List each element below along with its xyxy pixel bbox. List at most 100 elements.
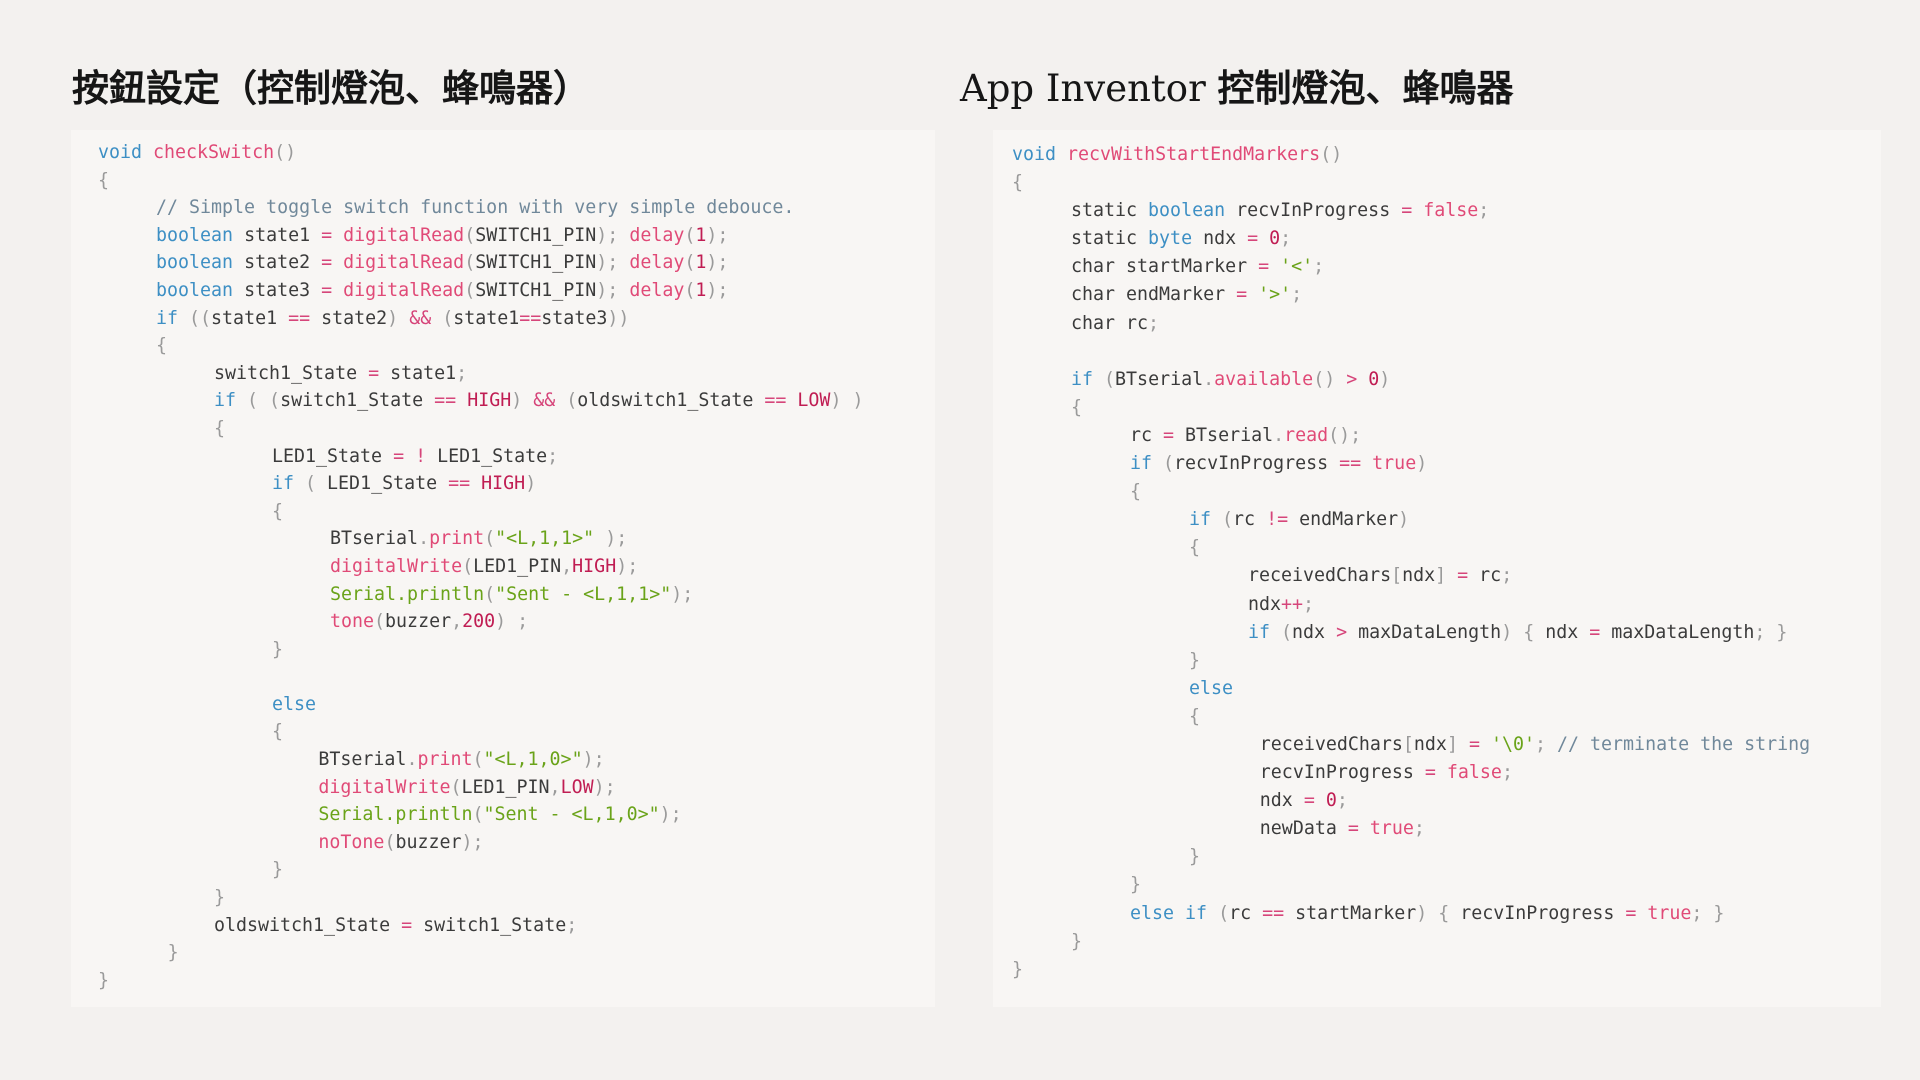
code-token: } — [1012, 958, 1024, 980]
code-token: HIGH — [572, 555, 617, 577]
code-token: 1 — [695, 224, 707, 246]
code-line: { — [993, 397, 1881, 425]
code-token: ++ — [1281, 593, 1304, 615]
code-token: ( — [566, 390, 578, 412]
code-token: if — [1248, 621, 1282, 643]
code-line: } — [71, 859, 935, 887]
code-token: && — [409, 307, 443, 329]
code-token: true — [1369, 818, 1414, 840]
code-line: else — [993, 678, 1881, 706]
code-line: if ((state1 == state2) && (state1==state… — [71, 308, 935, 336]
code-token: (); — [1328, 424, 1362, 446]
code-token: = — [1424, 762, 1447, 784]
code-line: rc = BTserial.read(); — [993, 425, 1881, 453]
code-token: { — [272, 721, 284, 743]
code-line: { — [71, 501, 935, 529]
code-line: } — [993, 650, 1881, 678]
right-section-title: App Inventor 控制燈泡、蜂鳴器 — [960, 58, 1514, 112]
code-line: char endMarker = '>'; — [993, 284, 1881, 312]
code-token: state2 — [321, 307, 388, 329]
code-token: byte — [1148, 228, 1204, 250]
code-token: digitalRead — [343, 279, 465, 301]
code-line: digitalWrite(LED1_PIN,LOW); — [71, 777, 935, 805]
code-token: ) — [1379, 368, 1391, 390]
code-token: boolean — [156, 279, 245, 301]
code-line: } — [993, 959, 1881, 987]
left-section-title: 按鈕設定（控制燈泡、蜂鳴器） — [72, 58, 590, 112]
code-token: ; — [1291, 284, 1303, 306]
code-token: LOW — [797, 390, 831, 412]
code-token: digitalRead — [343, 224, 465, 246]
code-token: ( — [442, 307, 454, 329]
code-token: == — [1339, 453, 1373, 475]
code-token: ( — [464, 252, 476, 274]
code-token: ndx — [1259, 790, 1304, 812]
code-token: ) — [1416, 453, 1428, 475]
code-token: 200 — [462, 611, 496, 633]
code-token: ; — [1280, 228, 1292, 250]
code-token: recvWithStartEndMarkers — [1067, 144, 1321, 165]
code-token: != — [1266, 509, 1300, 531]
code-token: noTone — [318, 831, 385, 853]
code-token: digitalWrite — [318, 776, 451, 798]
code-token: ); — [594, 528, 628, 550]
code-token: if — [1189, 509, 1223, 531]
code-token: { — [1189, 537, 1201, 559]
code-token: == — [448, 473, 482, 495]
code-token: digitalRead — [343, 252, 465, 274]
code-line: { — [993, 481, 1881, 509]
code-token: delay — [629, 252, 685, 274]
code-token: [ — [1391, 565, 1403, 587]
code-token: rc — [1229, 902, 1263, 924]
code-token: = — [321, 224, 344, 246]
code-token: HIGH — [481, 473, 526, 495]
code-token: } — [1130, 874, 1142, 896]
code-token: { — [1071, 396, 1083, 418]
code-line: { — [993, 537, 1881, 565]
code-token: LOW — [560, 776, 594, 798]
code-line: Serial.println("Sent - <L,1,1>"); — [71, 584, 935, 612]
code-token: ( — [462, 555, 474, 577]
code-token: recvInProgress — [1174, 453, 1340, 475]
code-token: char rc — [1071, 312, 1149, 334]
code-token: ); — [616, 555, 639, 577]
code-line: recvInProgress = false; — [993, 762, 1881, 790]
code-token: state1 — [211, 307, 289, 329]
code-token: recvInProgress — [1259, 762, 1425, 784]
code-token: read — [1284, 424, 1329, 446]
code-line: else — [71, 694, 935, 722]
code-token: HIGH — [467, 390, 512, 412]
code-token: = — [401, 914, 424, 936]
code-token: [ — [1402, 733, 1414, 755]
code-token: . — [1203, 368, 1215, 390]
code-token: BTserial — [330, 528, 419, 550]
code-token: static — [1071, 228, 1149, 250]
code-token: ; } — [1691, 902, 1725, 924]
code-token: false — [1423, 200, 1479, 222]
code-token: } — [272, 638, 284, 660]
code-token: rc — [1130, 424, 1164, 446]
code-token: recvInProgress — [1460, 902, 1626, 924]
code-token: state1 — [244, 224, 322, 246]
code-token: ( — [450, 776, 462, 798]
code-line: { — [993, 172, 1881, 200]
code-token: ( — [1163, 453, 1175, 475]
code-token: newData — [1259, 818, 1348, 840]
code-line: } — [993, 931, 1881, 959]
code-token: print — [417, 749, 473, 771]
code-token: && — [533, 390, 567, 412]
code-token: = — [1468, 733, 1491, 755]
code-token: ndx — [1248, 593, 1282, 615]
code-token: ); — [596, 252, 630, 274]
code-token: boolean — [156, 252, 245, 274]
code-token: '\0' — [1490, 733, 1535, 755]
code-token: == — [519, 307, 542, 329]
code-line: ndx = 0; — [993, 790, 1881, 818]
code-token: delay — [629, 279, 685, 301]
code-token: 0 — [1368, 368, 1380, 390]
code-token: ); — [659, 804, 682, 826]
left-title-text: 按鈕設定（控制燈泡、蜂鳴器） — [72, 67, 590, 110]
code-token: . — [1273, 424, 1285, 446]
code-line: boolean state3 = digitalRead(SWITCH1_PIN… — [71, 280, 935, 308]
